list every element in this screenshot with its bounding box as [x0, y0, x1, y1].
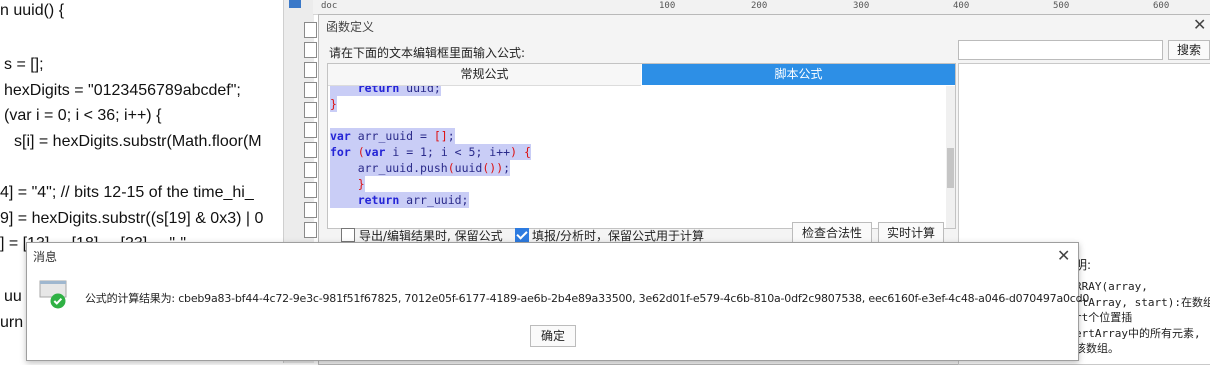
tab-script-formula[interactable]: 脚本公式 — [642, 64, 955, 85]
file-icon[interactable] — [304, 162, 317, 178]
top-ruler-strip: doc 100 200 300 400 500 600 — [313, 0, 1210, 15]
code-line: 4] = "4"; // bits 12-15 of the time_hi_ — [0, 184, 254, 201]
function-description: RRAY(array, rtArray, start):在数组 rt个位置插 e… — [1075, 279, 1210, 357]
file-icon[interactable] — [304, 222, 317, 238]
code-line: for (var i = 1; i < 5; i++) { — [330, 144, 531, 160]
file-icon[interactable] — [304, 82, 317, 98]
search-input[interactable] — [958, 40, 1163, 60]
code-line: (var i = 0; i < 36; i++) { — [4, 107, 162, 124]
close-icon[interactable]: ✕ — [1193, 15, 1206, 34]
ruler-tick: 600 — [1153, 1, 1170, 11]
file-icon[interactable] — [304, 102, 317, 118]
code-line: arr_uuid.push(uuid()); — [330, 160, 511, 176]
ruler-tick: 500 — [1053, 1, 1070, 11]
scrollbar-thumb[interactable] — [947, 148, 954, 188]
code-line: } — [330, 176, 365, 192]
ruler-tick: 100 — [659, 1, 676, 11]
code-line: n uuid() { — [0, 2, 65, 19]
code-line: } — [330, 96, 337, 112]
dialog-titlebar[interactable]: 函数定义 ✕ — [319, 15, 1210, 37]
ruler-tick: 300 — [853, 1, 870, 11]
file-icon[interactable] — [304, 62, 317, 78]
file-icon[interactable] — [304, 42, 317, 58]
code-line: uu — [4, 288, 22, 305]
message-dialog: 消息 ✕ 公式的计算结果为: cbeb9a83-bf44-4c72-9e3c-9… — [26, 242, 1089, 361]
export-keep-formula-checkbox[interactable] — [341, 228, 355, 242]
fill-keep-formula-checkbox[interactable] — [515, 228, 529, 242]
ruler-tick: 200 — [751, 1, 768, 11]
description-line: RRAY(array, — [1075, 280, 1148, 293]
file-icon[interactable] — [304, 142, 317, 158]
formula-editor-panel: 常规公式 脚本公式 return uuid; } var arr_uuid = … — [327, 63, 956, 229]
folder-icon — [289, 0, 301, 8]
description-line: rt个位置插 — [1075, 311, 1133, 324]
calculation-result-text: 公式的计算结果为: cbeb9a83-bf44-4c72-9e3c-981f51… — [85, 292, 1090, 305]
folder-label: doc — [321, 1, 338, 11]
code-line: s = []; — [4, 56, 44, 73]
success-icon — [39, 280, 67, 309]
file-icon[interactable] — [304, 122, 317, 138]
code-line: var arr_uuid = []; — [330, 128, 455, 144]
formula-instruction: 请在下面的文本编辑框里面输入公式: — [329, 46, 526, 60]
description-line: 该数组。 — [1075, 342, 1119, 355]
tab-regular-formula[interactable]: 常规公式 — [328, 64, 641, 86]
ok-button[interactable]: 确定 — [530, 325, 576, 347]
code-line: return uuid; — [330, 86, 441, 96]
file-icon[interactable] — [304, 22, 317, 38]
close-icon[interactable]: ✕ — [1057, 246, 1070, 265]
realtime-calc-button[interactable]: 实时计算 — [878, 222, 944, 244]
ruler-tick: 400 — [953, 1, 970, 11]
description-line: ertArray中的所有元素, — [1075, 326, 1201, 340]
message-title: 消息 — [33, 250, 58, 264]
file-icon[interactable] — [304, 182, 317, 198]
description-line: rtArray, start):在数组 — [1075, 295, 1210, 309]
file-icon[interactable] — [304, 202, 317, 218]
code-line: s[i] = hexDigits.substr(Math.floor(M — [14, 133, 262, 150]
check-validity-button[interactable]: 检查合法性 — [792, 222, 872, 244]
script-code-editor[interactable]: return uuid; } var arr_uuid = []; for (v… — [328, 86, 946, 228]
code-scrollbar[interactable] — [946, 86, 955, 228]
code-line: hexDigits = "0123456789abcdef"; — [4, 82, 241, 99]
dialog-title: 函数定义 — [326, 20, 375, 34]
code-line: return arr_uuid; — [330, 192, 469, 208]
code-line: urn — [0, 314, 24, 331]
search-button[interactable]: 搜索 — [1168, 40, 1210, 60]
code-line: 9] = hexDigits.substr((s[19] & 0x3) | 0 — [0, 210, 264, 227]
